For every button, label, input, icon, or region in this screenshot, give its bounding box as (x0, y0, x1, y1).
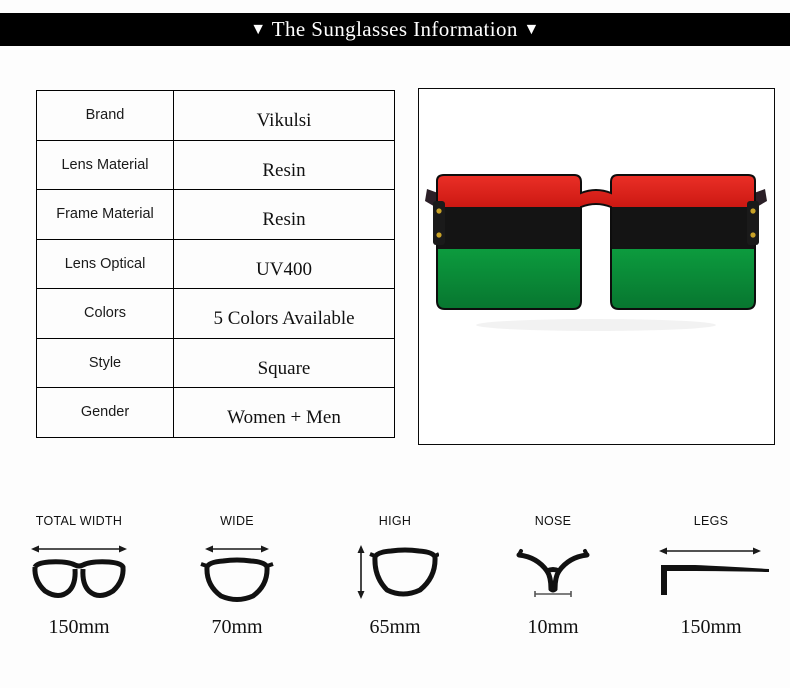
measurement-value: 65mm (369, 616, 421, 638)
single-lens-width-icon (197, 534, 277, 612)
triangle-left-icon: ▼ (250, 21, 267, 38)
measurement-label: NOSE (534, 514, 572, 528)
spec-value-lens-material: Resin (173, 139, 395, 190)
spec-value-brand: Vikulsi (173, 90, 395, 141)
table-row: Colors 5 Colors Available (36, 288, 395, 339)
specification-table: Brand Vikulsi Lens Material Resin Frame … (36, 90, 395, 438)
page-title-text: The Sunglasses Information (271, 17, 518, 41)
measurement-value: 150mm (680, 616, 742, 638)
full-frame-icon (27, 534, 131, 612)
spec-key-style: Style (36, 337, 174, 388)
measurement-legs: LEGS 150mm (632, 512, 790, 639)
measurement-label: HIGH (378, 514, 412, 528)
measurement-label: WIDE (220, 514, 254, 528)
spec-key-colors: Colors (36, 288, 174, 339)
spec-key-frame-material: Frame Material (36, 189, 174, 240)
spec-value-frame-material: Resin (173, 189, 395, 240)
spec-value-gender: Women + Men (173, 387, 395, 438)
measurement-label: LEGS (693, 514, 729, 528)
table-row: Brand Vikulsi (36, 90, 395, 141)
rivet-icon (436, 232, 442, 238)
table-row: Lens Material Resin (36, 139, 395, 190)
page-title: ▼ The Sunglasses Information ▼ (250, 19, 539, 40)
spec-table-body: Brand Vikulsi Lens Material Resin Frame … (36, 90, 395, 438)
frame-color-bands (437, 175, 755, 309)
spec-key-lens-material: Lens Material (36, 139, 174, 190)
measurement-label: TOTAL WIDTH (35, 514, 123, 528)
spec-value-style: Square (173, 337, 395, 388)
spec-value-colors: 5 Colors Available (173, 288, 395, 339)
product-image-box (418, 88, 775, 445)
measurement-total-width: TOTAL WIDTH 150mm (0, 512, 158, 639)
measurements-row: TOTAL WIDTH 150mm WIDE 70mm HIGH 65mm NO… (0, 512, 790, 652)
measurement-wide: WIDE 70mm (158, 512, 316, 639)
table-row: Style Square (36, 337, 395, 388)
triangle-right-icon: ▼ (523, 21, 540, 38)
temple-arm-icon (651, 534, 771, 612)
spec-key-lens-optical: Lens Optical (36, 238, 174, 289)
measurement-value: 10mm (527, 616, 579, 638)
nose-bridge-icon (511, 534, 595, 612)
spec-value-lens-optical: UV400 (173, 238, 395, 289)
table-row: Gender Women + Men (36, 387, 395, 438)
table-row: Frame Material Resin (36, 189, 395, 240)
rivet-icon (750, 208, 756, 214)
header-banner: ▼ The Sunglasses Information ▼ (0, 13, 790, 46)
hinge-right (747, 201, 759, 245)
single-lens-height-icon (351, 534, 439, 612)
spec-key-brand: Brand (36, 90, 174, 141)
product-shadow (476, 319, 716, 331)
rivet-icon (436, 208, 442, 214)
measurement-high: HIGH 65mm (316, 512, 474, 639)
rivet-icon (750, 232, 756, 238)
measurement-nose: NOSE 10mm (474, 512, 632, 639)
spec-key-gender: Gender (36, 387, 174, 438)
measurement-value: 150mm (48, 616, 110, 638)
table-row: Lens Optical UV400 (36, 238, 395, 289)
hinge-left (433, 201, 445, 245)
measurement-value: 70mm (211, 616, 263, 638)
sunglasses-illustration (425, 174, 767, 331)
